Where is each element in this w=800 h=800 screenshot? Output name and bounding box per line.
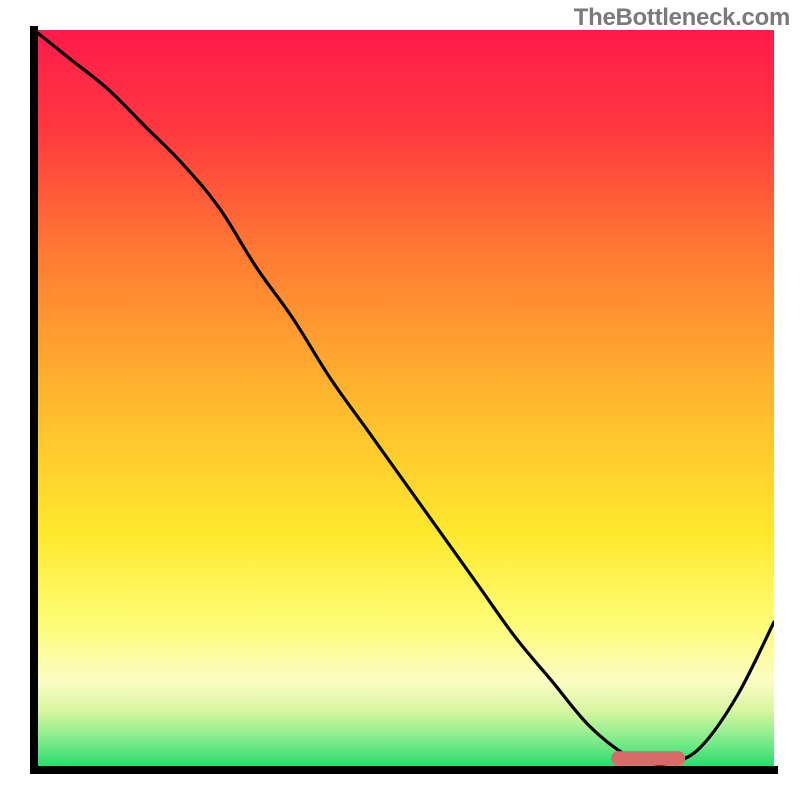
gradient-background [34,30,774,770]
watermark-text: TheBottleneck.com [574,4,790,32]
optimal-range-marker [611,751,685,765]
chart-container: TheBottleneck.com [0,0,800,800]
bottleneck-chart [0,0,800,800]
